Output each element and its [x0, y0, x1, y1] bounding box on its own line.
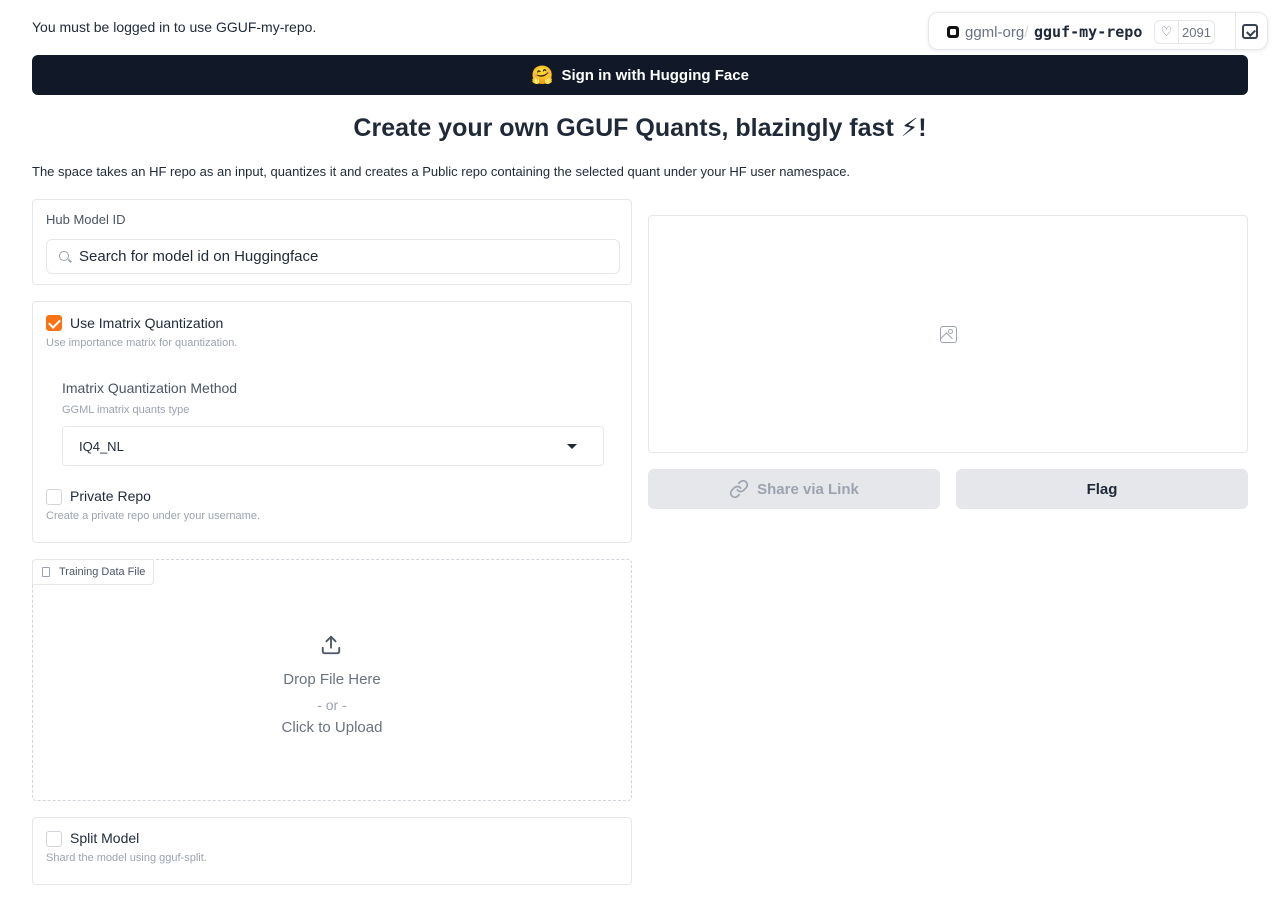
page-description: The space takes an HF repo as an input, … [32, 164, 851, 179]
like-count: 2091 [1182, 24, 1211, 40]
imatrix-label[interactable]: Use Imatrix Quantization [70, 315, 223, 331]
hub-model-search[interactable] [46, 239, 620, 274]
flag-label: Flag [1086, 480, 1118, 498]
training-file-upload[interactable]: Training Data File Drop File Here - or -… [32, 559, 632, 801]
heart-icon: ♡ [1155, 21, 1179, 43]
split-info: Shard the model using gguf-split. [46, 852, 207, 864]
page-title: Create your own GGUF Quants, blazingly f… [353, 114, 927, 142]
split-label[interactable]: Split Model [70, 830, 139, 846]
private-repo-label[interactable]: Private Repo [70, 488, 151, 504]
imatrix-info: Use importance matrix for quantization. [46, 337, 238, 349]
search-input[interactable] [79, 240, 609, 273]
share-button[interactable]: Share via Link [648, 469, 940, 509]
imatrix-method-label: Imatrix Quantization Method [62, 380, 238, 396]
split-panel: Split Model Shard the model using gguf-s… [32, 817, 632, 885]
link-icon [730, 479, 749, 499]
file-icon [42, 567, 50, 577]
embed-icon[interactable] [1242, 24, 1258, 39]
or-text: - or - [317, 697, 347, 713]
imatrix-method-info: GGML imatrix quants type [62, 404, 190, 416]
search-icon [59, 251, 69, 261]
space-icon [947, 26, 959, 38]
flag-button[interactable]: Flag [956, 469, 1248, 509]
drop-text: Drop File Here [283, 671, 381, 688]
upload-icon [321, 635, 341, 655]
output-image [648, 215, 1248, 453]
signin-label: Sign in with Hugging Face [561, 66, 749, 84]
badge-org[interactable]: ggml-org/ [965, 24, 1028, 41]
login-message: You must be logged in to use GGUF-my-rep… [32, 19, 317, 35]
image-icon [940, 326, 957, 343]
upload-label: Training Data File [59, 566, 146, 578]
upload-tag: Training Data File [32, 559, 155, 585]
hub-model-label: Hub Model ID [46, 212, 126, 227]
like-button[interactable]: ♡ 2091 [1154, 20, 1215, 44]
private-repo-info: Create a private repo under your usernam… [46, 510, 261, 522]
badge-divider [1235, 13, 1236, 49]
imatrix-method-dropdown[interactable]: IQ4_NL [62, 426, 604, 466]
badge-slash: / [1024, 24, 1029, 41]
imatrix-checkbox[interactable] [46, 315, 62, 331]
share-label: Share via Link [757, 480, 859, 498]
private-repo-checkbox[interactable] [46, 489, 62, 505]
repo-badge: ggml-org/ gguf-my-repo ♡ 2091 [928, 12, 1268, 50]
hugging-face-icon: 🤗 [531, 64, 554, 85]
chevron-down-icon [567, 444, 577, 449]
click-upload-text[interactable]: Click to Upload [33, 719, 631, 736]
badge-repo-name[interactable]: gguf-my-repo [1034, 23, 1142, 41]
split-checkbox[interactable] [46, 831, 62, 847]
signin-button[interactable]: 🤗 Sign in with Hugging Face [32, 55, 1248, 95]
options-panel: Use Imatrix Quantization Use importance … [32, 301, 632, 543]
hub-model-panel: Hub Model ID [32, 199, 632, 285]
dropdown-value: IQ4_NL [79, 439, 124, 454]
